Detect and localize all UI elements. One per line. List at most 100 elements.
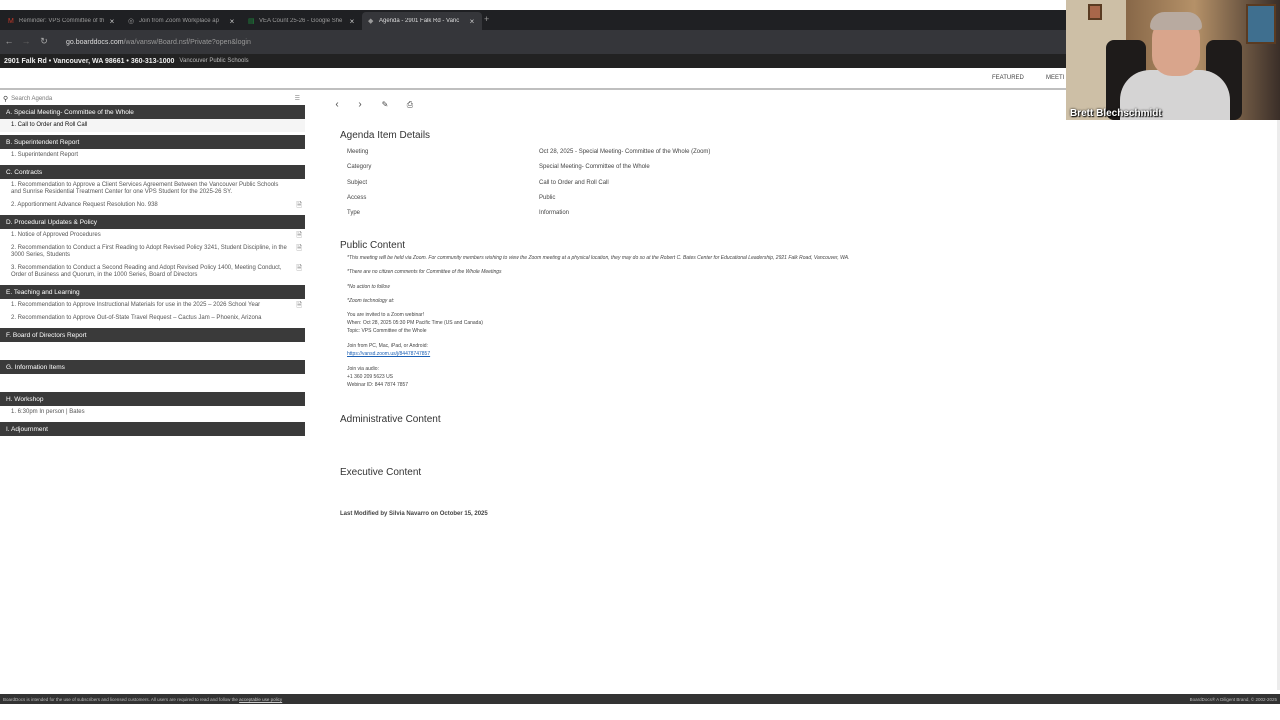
zoom-phone: +1 360 209 5623 US	[347, 374, 394, 380]
wall-picture	[1246, 4, 1276, 44]
zoom-invite: You are invited to a Zoom webinar!	[347, 312, 425, 318]
agenda-section: G. Information Items	[0, 360, 305, 374]
agenda-item[interactable]: 2. Apportionment Advance Request Resolut…	[0, 199, 305, 212]
agenda-item-selected[interactable]: 1. Call to Order and Roll Call	[0, 119, 305, 132]
agenda-item[interactable]: 1. Superintendent Report	[0, 149, 305, 162]
search-icon: ⚲	[3, 95, 9, 103]
detail-value: Information	[539, 210, 570, 216]
section-header[interactable]: D. Procedural Updates & Policy	[0, 215, 305, 229]
detail-value: Oct 28, 2025 - Special Meeting- Committe…	[539, 149, 711, 155]
agenda-section: H. Workshop 1. 6:30pm In person | Bates	[0, 392, 305, 419]
public-note: *There are no citizen comments for Commi…	[347, 269, 502, 275]
acceptable-use-link[interactable]: acceptable use policy	[239, 697, 282, 702]
close-icon[interactable]: ×	[108, 17, 116, 26]
agenda-item[interactable]: 3. Recommendation to Conduct a Second Re…	[0, 262, 305, 282]
footer-copyright: BoardDocs® A Diligent Brand, © 2002-2025	[1189, 696, 1277, 702]
close-icon[interactable]: ×	[348, 17, 356, 26]
collapse-icon[interactable]: ☰	[295, 95, 300, 102]
zoom-join-label: Join from PC, Mac, iPad, or Android:	[347, 343, 428, 349]
url-field[interactable]: go.boarddocs.com/wa/vansw/Board.nsf/Priv…	[62, 35, 1062, 49]
last-modified: Last Modified by Silvia Navarro on Octob…	[340, 511, 488, 517]
boarddocs-icon: ◆	[368, 17, 374, 25]
agenda-section: E. Teaching and Learning 1. Recommendati…	[0, 285, 305, 325]
detail-label: Subject	[347, 180, 368, 186]
agenda-item[interactable]: 1. Recommendation to Approve a Client Se…	[0, 179, 305, 199]
detail-label: Type	[347, 210, 361, 216]
person-hair	[1150, 12, 1202, 30]
document-icon[interactable]: 🗎	[296, 245, 302, 252]
previous-item-icon[interactable]: ‹	[331, 99, 343, 111]
webcam-overlay: Brett Blechschmidt	[1066, 0, 1280, 120]
agenda-item[interactable]: 2. Recommendation to Approve Out-of-Stat…	[0, 312, 305, 325]
detail-label: Category	[347, 164, 372, 170]
zoom-webinar-id: Webinar ID: 844 7874 7857	[347, 382, 409, 388]
section-header[interactable]: H. Workshop	[0, 392, 305, 406]
nav-meetings[interactable]: MEETI	[1046, 75, 1064, 81]
agenda-item[interactable]: 2. Recommendation to Conduct a First Rea…	[0, 242, 305, 262]
browser-tab-active[interactable]: ◆ Agenda - 2901 Falk Rd - Vanc ×	[362, 12, 482, 30]
back-icon[interactable]: ←	[3, 36, 15, 46]
agenda-section: B. Superintendent Report 1. Superintende…	[0, 135, 305, 162]
close-icon[interactable]: ×	[228, 17, 236, 26]
zoom-link[interactable]: https://vansd.zoom.us/j/84478747857	[347, 351, 430, 357]
agenda-item-panel: ‹ › ✎ ⎙ Agenda Item Details Meeting Oct …	[305, 92, 1265, 692]
participant-name: Brett Blechschmidt	[1070, 108, 1162, 119]
search-input[interactable]: Search Agenda	[11, 96, 52, 102]
next-item-icon[interactable]: ›	[354, 99, 366, 111]
section-header[interactable]: B. Superintendent Report	[0, 135, 305, 149]
administrative-content-title: Administrative Content	[340, 414, 441, 425]
document-icon[interactable]: 🗎	[296, 265, 302, 272]
public-note: *No action to follow	[347, 284, 390, 290]
browser-tab[interactable]: ▤ VEA Count 25-26 - Google She ×	[242, 12, 362, 30]
zoom-topic: Topic: VPS Committee of the Whole	[347, 328, 427, 334]
public-note: *This meeting will be held via Zoom. For…	[347, 255, 850, 261]
mail-icon: M	[8, 17, 14, 25]
agenda-item[interactable]: 1. Notice of Approved Procedures 🗎	[0, 229, 305, 242]
new-tab-button[interactable]: +	[484, 14, 489, 24]
screen: M Reminder: VPS Committee of th × ◎ Join…	[0, 0, 1280, 720]
agenda-section: D. Procedural Updates & Policy 1. Notice…	[0, 215, 305, 282]
print-icon[interactable]: ⎙	[404, 99, 416, 111]
document-icon[interactable]: 🗎	[296, 232, 302, 239]
section-header[interactable]: F. Board of Directors Report	[0, 328, 305, 342]
zoom-when: When: Oct 28, 2025 05:30 PM Pacific Time…	[347, 320, 483, 326]
agenda-section: C. Contracts 1. Recommendation to Approv…	[0, 165, 305, 212]
agenda-item[interactable]: 1. 6:30pm In person | Bates	[0, 406, 305, 419]
agenda-section: F. Board of Directors Report	[0, 328, 305, 342]
document-icon[interactable]: 🗎	[296, 302, 302, 309]
zoom-audio-label: Join via audio:	[347, 366, 379, 372]
document-icon[interactable]: 🗎	[296, 202, 302, 209]
forward-icon[interactable]: →	[20, 36, 32, 46]
address-bar-row: ← → ↻ go.boarddocs.com/wa/vansw/Board.ns…	[0, 30, 1066, 54]
footer: BoardDocs is intended for the use of sub…	[0, 694, 1280, 704]
browser-tab-bar: M Reminder: VPS Committee of th × ◎ Join…	[0, 10, 1066, 30]
detail-value: Public	[539, 195, 556, 201]
nav-featured[interactable]: FEATURED	[992, 75, 1024, 81]
sheets-icon: ▤	[248, 17, 255, 25]
site-header: 2901 Falk Rd • Vancouver, WA 98661 • 360…	[0, 54, 1066, 68]
agenda-section: I. Adjournment	[0, 422, 305, 436]
close-icon[interactable]: ×	[468, 17, 476, 26]
edit-icon[interactable]: ✎	[379, 99, 391, 111]
section-header[interactable]: A. Special Meeting- Committee of the Who…	[0, 105, 305, 119]
agenda-item[interactable]: 1. Recommendation to Approve Instruction…	[0, 299, 305, 312]
section-header[interactable]: G. Information Items	[0, 360, 305, 374]
district-name: Vancouver Public Schools	[179, 58, 249, 64]
search-agenda[interactable]: ⚲ Search Agenda ☰	[0, 92, 305, 105]
section-header[interactable]: C. Contracts	[0, 165, 305, 179]
zoom-icon: ◎	[128, 17, 135, 25]
agenda-section: A. Special Meeting- Committee of the Who…	[0, 105, 305, 132]
browser-tab[interactable]: ◎ Join from Zoom Workplace ap ×	[122, 12, 242, 30]
reload-icon[interactable]: ↻	[38, 36, 50, 47]
public-content-title: Public Content	[340, 240, 406, 251]
wall-picture	[1088, 4, 1102, 20]
executive-content-title: Executive Content	[340, 467, 422, 478]
district-address: 2901 Falk Rd • Vancouver, WA 98661 • 360…	[4, 57, 175, 65]
browser-tab[interactable]: M Reminder: VPS Committee of th ×	[2, 12, 122, 30]
detail-value: Special Meeting- Committee of the Whole	[539, 164, 650, 170]
section-header[interactable]: E. Teaching and Learning	[0, 285, 305, 299]
detail-label: Access	[347, 195, 367, 201]
section-header[interactable]: I. Adjournment	[0, 422, 305, 436]
agenda-sidebar: ⚲ Search Agenda ☰ A. Special Meeting- Co…	[0, 92, 305, 439]
footer-notice: BoardDocs is intended for the use of sub…	[3, 696, 238, 702]
